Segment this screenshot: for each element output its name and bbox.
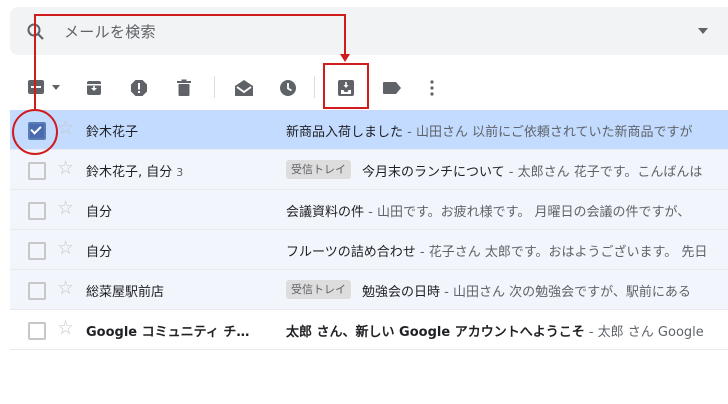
sender-name: 鈴木花子 xyxy=(86,125,139,140)
message-subject: 太郎 さん、新しい Google アカウントへようこそ xyxy=(286,325,585,340)
toolbar-divider xyxy=(314,76,315,98)
sender-name: Google コミュニティ チ… xyxy=(86,325,250,340)
more-options-button[interactable] xyxy=(418,74,446,102)
message-snippet: - 太郎 さん Google xyxy=(584,325,704,340)
message-subject: フルーツの詰め合わせ xyxy=(286,245,416,260)
delete-button[interactable] xyxy=(170,74,198,102)
label-chip-inbox[interactable]: 受信トレイ xyxy=(286,160,351,179)
spam-icon xyxy=(131,80,147,96)
search-icon[interactable] xyxy=(26,22,46,42)
row-checkbox[interactable] xyxy=(28,162,46,180)
trash-icon xyxy=(177,79,191,96)
sender-name: 自分 xyxy=(86,205,113,220)
message-snippet: - 花子さん 太郎です。おはようございます。 先日 xyxy=(415,245,708,260)
row-checkbox[interactable] xyxy=(28,202,46,220)
star-icon[interactable]: ☆ xyxy=(57,238,74,258)
mark-read-envelope-icon xyxy=(235,80,253,96)
archive-button[interactable] xyxy=(80,74,108,102)
annotation-highlight-box xyxy=(323,63,369,109)
archive-icon xyxy=(87,81,101,95)
message-snippet: - 山田さん 次の勉強会ですが、駅前にある xyxy=(440,285,691,300)
message-row[interactable]: ☆ 自分 フルーツの詰め合わせ - 花子さん 太郎です。おはようございます。 先日 xyxy=(10,230,728,270)
star-icon[interactable]: ☆ xyxy=(57,158,74,178)
message-subject: 会議資料の件 xyxy=(286,205,365,220)
message-snippet: - 太郎さん 花子です。こんばんは xyxy=(504,165,703,180)
message-row[interactable]: ☆ Google コミュニティ チ… 太郎 さん、新しい Google アカウントへ… xyxy=(10,310,728,350)
star-icon[interactable]: ☆ xyxy=(57,278,74,298)
message-sender: Google コミュニティ チ… xyxy=(86,321,249,340)
sender-name: 鈴木花子, 自分 xyxy=(86,165,173,180)
search-options-dropdown-icon[interactable] xyxy=(698,28,708,34)
label-button[interactable] xyxy=(378,74,406,102)
message-subject-line: フルーツの詰め合わせ - 花子さん 太郎です。おはようございます。 先日 xyxy=(286,241,707,260)
message-sender: 鈴木花子, 自分 3 xyxy=(86,161,183,180)
row-checkbox[interactable] xyxy=(28,282,46,300)
annotation-line xyxy=(344,14,346,56)
select-checkbox-icon[interactable] xyxy=(28,80,44,94)
star-icon[interactable]: ☆ xyxy=(57,118,74,138)
message-subject-line: 今月末のランチについて - 太郎さん 花子です。こんばんは xyxy=(362,161,702,180)
message-sender: 自分 xyxy=(86,201,112,220)
annotation-arrowhead xyxy=(340,54,350,62)
message-row[interactable]: ☆ 自分 会議資料の件 - 山田です。お疲れ様です。 月曜日の会議の件ですが、 xyxy=(10,190,728,230)
message-sender: 自分 xyxy=(86,241,112,260)
message-subject: 今月末のランチについて xyxy=(362,165,505,180)
chevron-down-icon[interactable] xyxy=(52,85,60,90)
row-checkbox[interactable] xyxy=(28,322,46,340)
message-subject: 勉強会の日時 xyxy=(362,285,441,300)
star-icon[interactable]: ☆ xyxy=(57,198,74,218)
snooze-button[interactable] xyxy=(274,74,302,102)
message-snippet: - 山田です。お疲れ様です。 月曜日の会議の件ですが、 xyxy=(364,205,691,220)
sender-name: 総菜屋駅前店 xyxy=(86,285,165,300)
message-subject-line: 勉強会の日時 - 山田さん 次の勉強会ですが、駅前にある xyxy=(362,281,691,300)
message-subject-line: 会議資料の件 - 山田です。お疲れ様です。 月曜日の会議の件ですが、 xyxy=(286,201,690,220)
label-chip-inbox[interactable]: 受信トレイ xyxy=(286,280,351,299)
label-icon xyxy=(383,82,401,94)
message-sender: 鈴木花子 xyxy=(86,121,138,140)
annotation-highlight-circle xyxy=(12,109,58,155)
search-input[interactable]: メールを検索 xyxy=(64,21,156,42)
annotation-line xyxy=(34,14,346,16)
annotation-line xyxy=(34,14,36,110)
message-snippet: - 山田さん 以前にご依頼されていた新商品ですが xyxy=(403,125,693,140)
message-row[interactable]: ☆ 鈴木花子 新商品入荷しました - 山田さん 以前にご依頼されていた新商品ですが xyxy=(10,110,728,150)
message-sender: 総菜屋駅前店 xyxy=(86,281,164,300)
sender-name: 自分 xyxy=(86,245,113,260)
more-vert-icon xyxy=(430,80,434,96)
clock-icon xyxy=(280,80,296,96)
message-subject-line: 新商品入荷しました - 山田さん 以前にご依頼されていた新商品ですが xyxy=(286,121,692,140)
report-spam-button[interactable] xyxy=(125,74,153,102)
message-row[interactable]: ☆ 鈴木花子, 自分 3 受信トレイ 今月末のランチについて - 太郎さん 花子です。こ… xyxy=(10,150,728,190)
toolbar-divider xyxy=(214,76,215,98)
message-subject-line: 太郎 さん、新しい Google アカウントへようこそ - 太郎 さん Goog… xyxy=(286,321,704,340)
message-row[interactable]: ☆ 総菜屋駅前店 受信トレイ 勉強会の日時 - 山田さん 次の勉強会ですが、駅前にある xyxy=(10,270,728,310)
message-subject: 新商品入荷しました xyxy=(286,125,404,140)
mark-as-read-button[interactable] xyxy=(230,74,258,102)
thread-count: 3 xyxy=(176,166,184,179)
row-checkbox[interactable] xyxy=(28,242,46,260)
star-icon[interactable]: ☆ xyxy=(57,318,74,338)
